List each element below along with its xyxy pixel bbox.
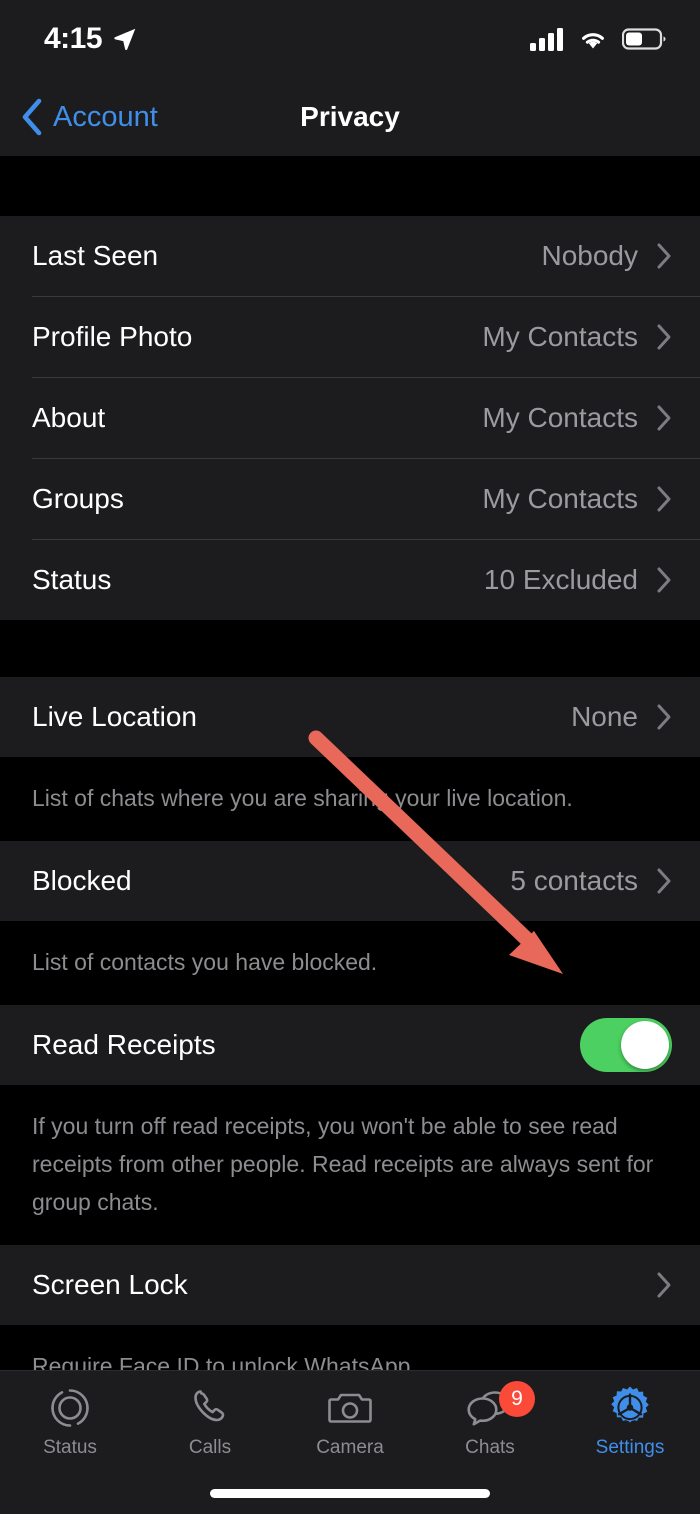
status-bar-right <box>530 27 666 51</box>
row-accessory: None <box>571 701 672 733</box>
row-value: My Contacts <box>482 402 638 433</box>
tab-settings[interactable]: Settings <box>560 1371 700 1471</box>
chevron-left-icon <box>22 98 42 136</box>
row-profile-photo[interactable]: Profile Photo My Contacts <box>0 297 700 377</box>
chevron-right-icon <box>657 704 671 730</box>
chevron-right-icon <box>657 324 671 350</box>
row-value: My Contacts <box>482 321 638 352</box>
home-indicator[interactable] <box>210 1489 490 1498</box>
tab-label: Camera <box>316 1437 384 1458</box>
row-accessory: My Contacts <box>482 321 672 353</box>
chats-unread-badge: 9 <box>499 1381 535 1417</box>
row-last-seen[interactable]: Last Seen Nobody <box>0 216 700 296</box>
blocked-footer: List of contacts you have blocked. <box>0 921 700 1005</box>
status-bar: 4:15 <box>0 0 700 78</box>
status-rings-icon <box>47 1385 93 1431</box>
row-label: About <box>32 402 106 433</box>
tab-label: Chats <box>465 1437 515 1458</box>
row-label: Screen Lock <box>32 1269 188 1300</box>
blocked-group: Blocked 5 contacts <box>0 841 700 921</box>
cellular-signal-icon <box>530 28 563 51</box>
row-label: Last Seen <box>32 240 159 271</box>
toggle-knob <box>621 1021 669 1069</box>
read-receipts-toggle[interactable] <box>580 1018 672 1072</box>
gear-icon <box>606 1385 654 1431</box>
tab-label: Settings <box>595 1437 665 1458</box>
privacy-visibility-group: Last Seen Nobody Profile Photo My Contac… <box>0 216 700 620</box>
row-value: 10 Excluded <box>483 564 638 595</box>
back-button[interactable]: Account <box>20 98 158 136</box>
screen-lock-group: Screen Lock <box>0 1245 700 1325</box>
chat-bubbles-icon: 9 <box>465 1381 535 1431</box>
row-accessory: 10 Excluded <box>484 564 672 596</box>
row-accessory: Nobody <box>541 240 672 272</box>
back-button-label: Account <box>53 100 158 133</box>
camera-icon <box>327 1385 373 1431</box>
row-value: 5 contacts <box>510 865 638 896</box>
row-label: Live Location <box>32 701 198 732</box>
location-arrow-icon <box>114 28 136 51</box>
row-label: Status <box>32 564 112 595</box>
row-groups[interactable]: Groups My Contacts <box>0 459 700 539</box>
tab-calls[interactable]: Calls <box>140 1371 280 1471</box>
tab-chats[interactable]: 9 Chats <box>420 1371 560 1471</box>
row-accessory: 5 contacts <box>510 865 672 897</box>
tab-bar: Status Calls Camera 9 Chats Settings <box>0 1370 700 1514</box>
row-accessory: My Contacts <box>482 402 672 434</box>
row-accessory <box>656 1271 672 1299</box>
row-about[interactable]: About My Contacts <box>0 378 700 458</box>
live-location-group: Live Location None <box>0 677 700 757</box>
row-value: Nobody <box>541 240 638 271</box>
row-label: Profile Photo <box>32 321 193 352</box>
status-bar-left: 4:15 <box>44 22 138 56</box>
battery-icon <box>622 28 666 50</box>
row-live-location[interactable]: Live Location None <box>0 677 700 757</box>
chevron-right-icon <box>657 405 671 431</box>
read-receipts-group: Read Receipts <box>0 1005 700 1085</box>
wifi-icon <box>582 33 604 49</box>
row-label: Read Receipts <box>32 1029 216 1060</box>
tab-label: Calls <box>188 1437 232 1458</box>
tab-status[interactable]: Status <box>0 1371 140 1471</box>
row-screen-lock[interactable]: Screen Lock <box>0 1245 700 1325</box>
phone-icon <box>188 1385 232 1431</box>
navigation-bar: Account Privacy <box>0 78 700 156</box>
row-value: My Contacts <box>482 483 638 514</box>
chevron-right-icon <box>657 567 671 593</box>
row-label: Groups <box>32 483 124 514</box>
row-accessory: My Contacts <box>482 483 672 515</box>
row-blocked[interactable]: Blocked 5 contacts <box>0 841 700 921</box>
whatsapp-privacy-screen: 4:15 Account Privacy Last Seen Nobody Pr… <box>0 0 700 1514</box>
row-status[interactable]: Status 10 Excluded <box>0 540 700 620</box>
live-location-footer: List of chats where you are sharing your… <box>0 757 700 841</box>
row-read-receipts[interactable]: Read Receipts <box>0 1005 700 1085</box>
chevron-right-icon <box>657 868 671 894</box>
row-value: None <box>571 701 638 732</box>
chevron-right-icon <box>657 243 671 269</box>
row-label: Blocked <box>32 865 132 896</box>
clock-label: 4:15 <box>44 22 103 55</box>
section-gap-1 <box>0 620 700 677</box>
tab-list: Status Calls Camera 9 Chats Settings <box>0 1371 700 1471</box>
read-receipts-footer: If you turn off read receipts, you won't… <box>0 1085 700 1245</box>
chevron-right-icon <box>657 1272 671 1298</box>
section-gap-top <box>0 156 700 216</box>
tab-label: Status <box>43 1437 97 1458</box>
chevron-right-icon <box>657 486 671 512</box>
tab-camera[interactable]: Camera <box>280 1371 420 1471</box>
